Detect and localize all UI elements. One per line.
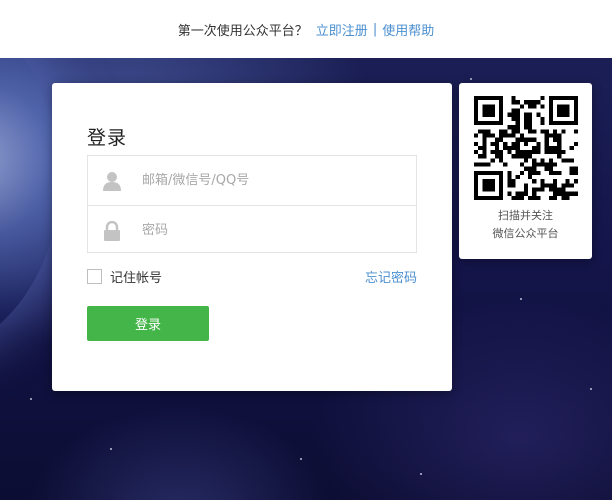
first-time-prompt: 第一次使用公众平台？ xyxy=(177,23,308,39)
top-bar: 第一次使用公众平台？ 立即注册 | 使用帮助 xyxy=(0,0,612,58)
login-button[interactable]: 登录 xyxy=(87,306,209,341)
planet-graphic xyxy=(0,58,60,358)
star xyxy=(590,388,592,390)
qr-code-icon xyxy=(474,96,578,200)
qr-caption-line1: 扫描并关注 xyxy=(498,209,553,222)
remember-account-toggle[interactable]: 记住帐号 xyxy=(87,267,162,286)
lock-icon xyxy=(104,221,120,241)
star xyxy=(30,398,32,400)
star xyxy=(300,458,302,460)
account-field xyxy=(88,156,416,205)
star xyxy=(470,78,472,80)
register-link[interactable]: 立即注册 xyxy=(316,20,368,39)
credential-fields xyxy=(87,155,417,253)
qr-caption: 扫描并关注 微信公众平台 xyxy=(459,207,592,243)
remember-checkbox[interactable] xyxy=(87,269,102,284)
star xyxy=(110,448,112,450)
account-input[interactable] xyxy=(142,166,402,194)
remember-label: 记住帐号 xyxy=(110,271,163,286)
star xyxy=(420,473,422,475)
star xyxy=(520,298,522,300)
qr-caption-line2: 微信公众平台 xyxy=(492,227,559,240)
password-input[interactable] xyxy=(142,216,402,244)
login-title: 登录 xyxy=(87,127,128,149)
qr-panel: 扫描并关注 微信公众平台 xyxy=(459,83,592,259)
link-separator: | xyxy=(372,21,378,37)
forgot-password-link[interactable]: 忘记密码 xyxy=(365,267,417,286)
login-panel: 登录 记住帐号 忘记密码 登录 xyxy=(52,83,452,391)
password-field xyxy=(88,205,416,254)
user-icon xyxy=(103,172,121,191)
help-link[interactable]: 使用帮助 xyxy=(382,20,434,39)
